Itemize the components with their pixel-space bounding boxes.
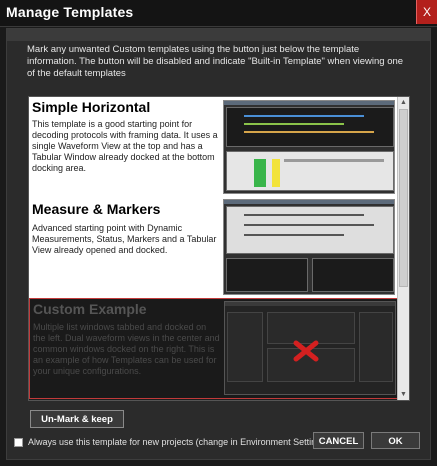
- instructions-text: Mark any unwanted Custom templates using…: [27, 44, 404, 79]
- template-title: Custom Example: [33, 301, 147, 317]
- list-scrollbar[interactable]: ▲ ▼: [397, 97, 409, 400]
- template-item-simple-horizontal[interactable]: Simple Horizontal This template is a goo…: [29, 97, 398, 197]
- template-list[interactable]: Simple Horizontal This template is a goo…: [28, 96, 410, 401]
- always-use-template-checkbox[interactable]: [14, 438, 23, 447]
- cancel-button[interactable]: CANCEL: [313, 432, 364, 449]
- checkbox-label: Always use this template for new project…: [28, 437, 329, 447]
- template-thumbnail: [224, 301, 396, 395]
- template-title: Simple Horizontal: [32, 99, 151, 115]
- chevron-down-icon[interactable]: ▼: [398, 389, 409, 400]
- template-description: This template is a good starting point f…: [32, 119, 218, 173]
- template-title: Measure & Markers: [32, 201, 161, 217]
- scroll-thumb[interactable]: [399, 109, 408, 287]
- ok-button[interactable]: OK: [371, 432, 420, 449]
- content-header-strip: [7, 29, 430, 41]
- template-thumbnail: [223, 199, 395, 295]
- template-thumbnail: [223, 100, 395, 194]
- manage-templates-dialog: Manage Templates X Mark any unwanted Cus…: [0, 0, 437, 466]
- red-x-icon: [293, 340, 319, 362]
- template-item-custom-example[interactable]: Custom Example Multiple list windows tab…: [29, 298, 398, 399]
- title-bar[interactable]: Manage Templates X: [0, 0, 437, 27]
- close-button[interactable]: X: [416, 0, 437, 24]
- template-item-measure-markers[interactable]: Measure & Markers Advanced starting poin…: [29, 197, 398, 298]
- unmark-keep-button[interactable]: Un-Mark & keep: [30, 410, 124, 428]
- template-description: Advanced starting point with Dynamic Mea…: [32, 223, 217, 255]
- chevron-up-icon[interactable]: ▲: [398, 97, 409, 108]
- dialog-title: Manage Templates: [6, 4, 134, 20]
- template-description: Multiple list windows tabbed and docked …: [33, 322, 220, 376]
